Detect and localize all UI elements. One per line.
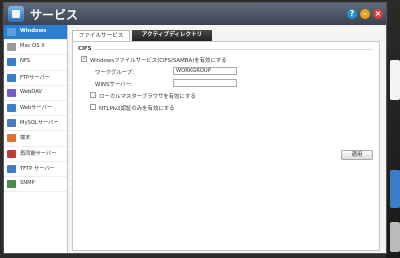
tab-active-directory[interactable]: アクティブディレクトリ bbox=[132, 30, 212, 41]
ntlmv2-checkbox[interactable] bbox=[90, 104, 96, 110]
minimize-button[interactable]: – bbox=[360, 9, 370, 19]
sidebar-item-tftp[interactable]: TFTP サーバー bbox=[4, 162, 67, 177]
rsync-icon bbox=[7, 149, 16, 158]
desktop-tile bbox=[390, 170, 400, 208]
sidebar-item-mysql[interactable]: MySQLサーバー bbox=[4, 116, 67, 132]
terminal-icon bbox=[7, 134, 16, 143]
sidebar-item-web[interactable]: Webサーバー bbox=[4, 101, 67, 117]
sidebar-item-label: NFS bbox=[20, 58, 31, 65]
workgroup-label: ワークグループ: bbox=[95, 70, 135, 76]
services-window: サービス ? – × Windows Mac OS X NFS FTPサーバー WebD… bbox=[3, 2, 387, 254]
sidebar: Windows Mac OS X NFS FTPサーバー WebDAV Webサーバー My… bbox=[4, 25, 68, 253]
sidebar-item-label: SNMP bbox=[20, 179, 35, 186]
help-button[interactable]: ? bbox=[347, 9, 357, 19]
tab-file-service[interactable]: ファイルサービス bbox=[72, 30, 130, 41]
webdav-icon bbox=[7, 88, 16, 97]
settings-panel: CIFS Windowsファイルサービス(CIFS/SAMBA)を有効にする ワ… bbox=[72, 41, 380, 251]
desktop-background bbox=[386, 0, 400, 258]
sidebar-item-snmp[interactable]: SNMP bbox=[4, 177, 67, 193]
sidebar-item-nfs[interactable]: NFS bbox=[4, 55, 67, 71]
content-area: ファイルサービス アクティブディレクトリ CIFS Windowsファイルサービ… bbox=[68, 25, 386, 253]
sidebar-item-label: MySQLサーバー bbox=[20, 120, 59, 127]
sidebar-item-label: Webサーバー bbox=[20, 104, 53, 111]
web-server-icon bbox=[7, 103, 16, 112]
wins-server-label: WINSサーバー: bbox=[95, 82, 133, 88]
sidebar-item-windows[interactable]: Windows bbox=[4, 25, 67, 41]
apply-button[interactable]: 適用 bbox=[341, 150, 373, 160]
desktop-tile bbox=[390, 60, 400, 100]
nfs-icon bbox=[7, 58, 16, 67]
tftp-icon bbox=[7, 164, 16, 173]
sidebar-item-[interactable]: 端末 bbox=[4, 131, 67, 147]
enable-cifs-label: Windowsファイルサービス(CIFS/SAMBA)を有効にする bbox=[90, 58, 227, 64]
sidebar-item-label: FTPサーバー bbox=[20, 74, 50, 81]
services-app-icon bbox=[8, 6, 24, 22]
local-master-label: ローカルマスターブラウザを有効にする bbox=[99, 94, 196, 100]
enable-cifs-checkbox[interactable] bbox=[81, 55, 87, 62]
cifs-section-title: CIFS bbox=[78, 46, 92, 52]
sidebar-item-[interactable]: 再同期サーバー bbox=[4, 147, 67, 162]
sidebar-item-label: Mac OS X bbox=[20, 43, 45, 50]
sidebar-item-ftp[interactable]: FTPサーバー bbox=[4, 71, 67, 86]
sidebar-item-mac-os-x[interactable]: Mac OS X bbox=[4, 40, 67, 56]
sidebar-item-label: Windows bbox=[20, 28, 47, 34]
sidebar-item-label: 再同期サーバー bbox=[20, 150, 57, 157]
workgroup-input[interactable]: WORKGROUP bbox=[173, 67, 237, 75]
ftp-icon bbox=[7, 73, 16, 82]
mac-icon bbox=[7, 43, 16, 52]
sidebar-item-label: TFTP サーバー bbox=[20, 165, 55, 172]
sidebar-item-label: WebDAV bbox=[20, 88, 42, 95]
ntlmv2-label: NTLMv2認証のみを有効にする bbox=[99, 106, 175, 112]
local-master-checkbox[interactable] bbox=[90, 92, 96, 98]
sidebar-item-label: 端末 bbox=[20, 135, 31, 142]
sidebar-item-webdav[interactable]: WebDAV bbox=[4, 86, 67, 101]
wins-server-input[interactable] bbox=[173, 79, 237, 87]
section-divider bbox=[93, 49, 373, 50]
titlebar: サービス ? – × bbox=[4, 3, 386, 25]
window-title: サービス bbox=[30, 8, 79, 22]
windows-icon bbox=[7, 28, 16, 36]
close-button[interactable]: × bbox=[373, 9, 383, 19]
mysql-icon bbox=[7, 119, 16, 128]
desktop-tile bbox=[390, 222, 400, 252]
snmp-icon bbox=[7, 179, 16, 188]
